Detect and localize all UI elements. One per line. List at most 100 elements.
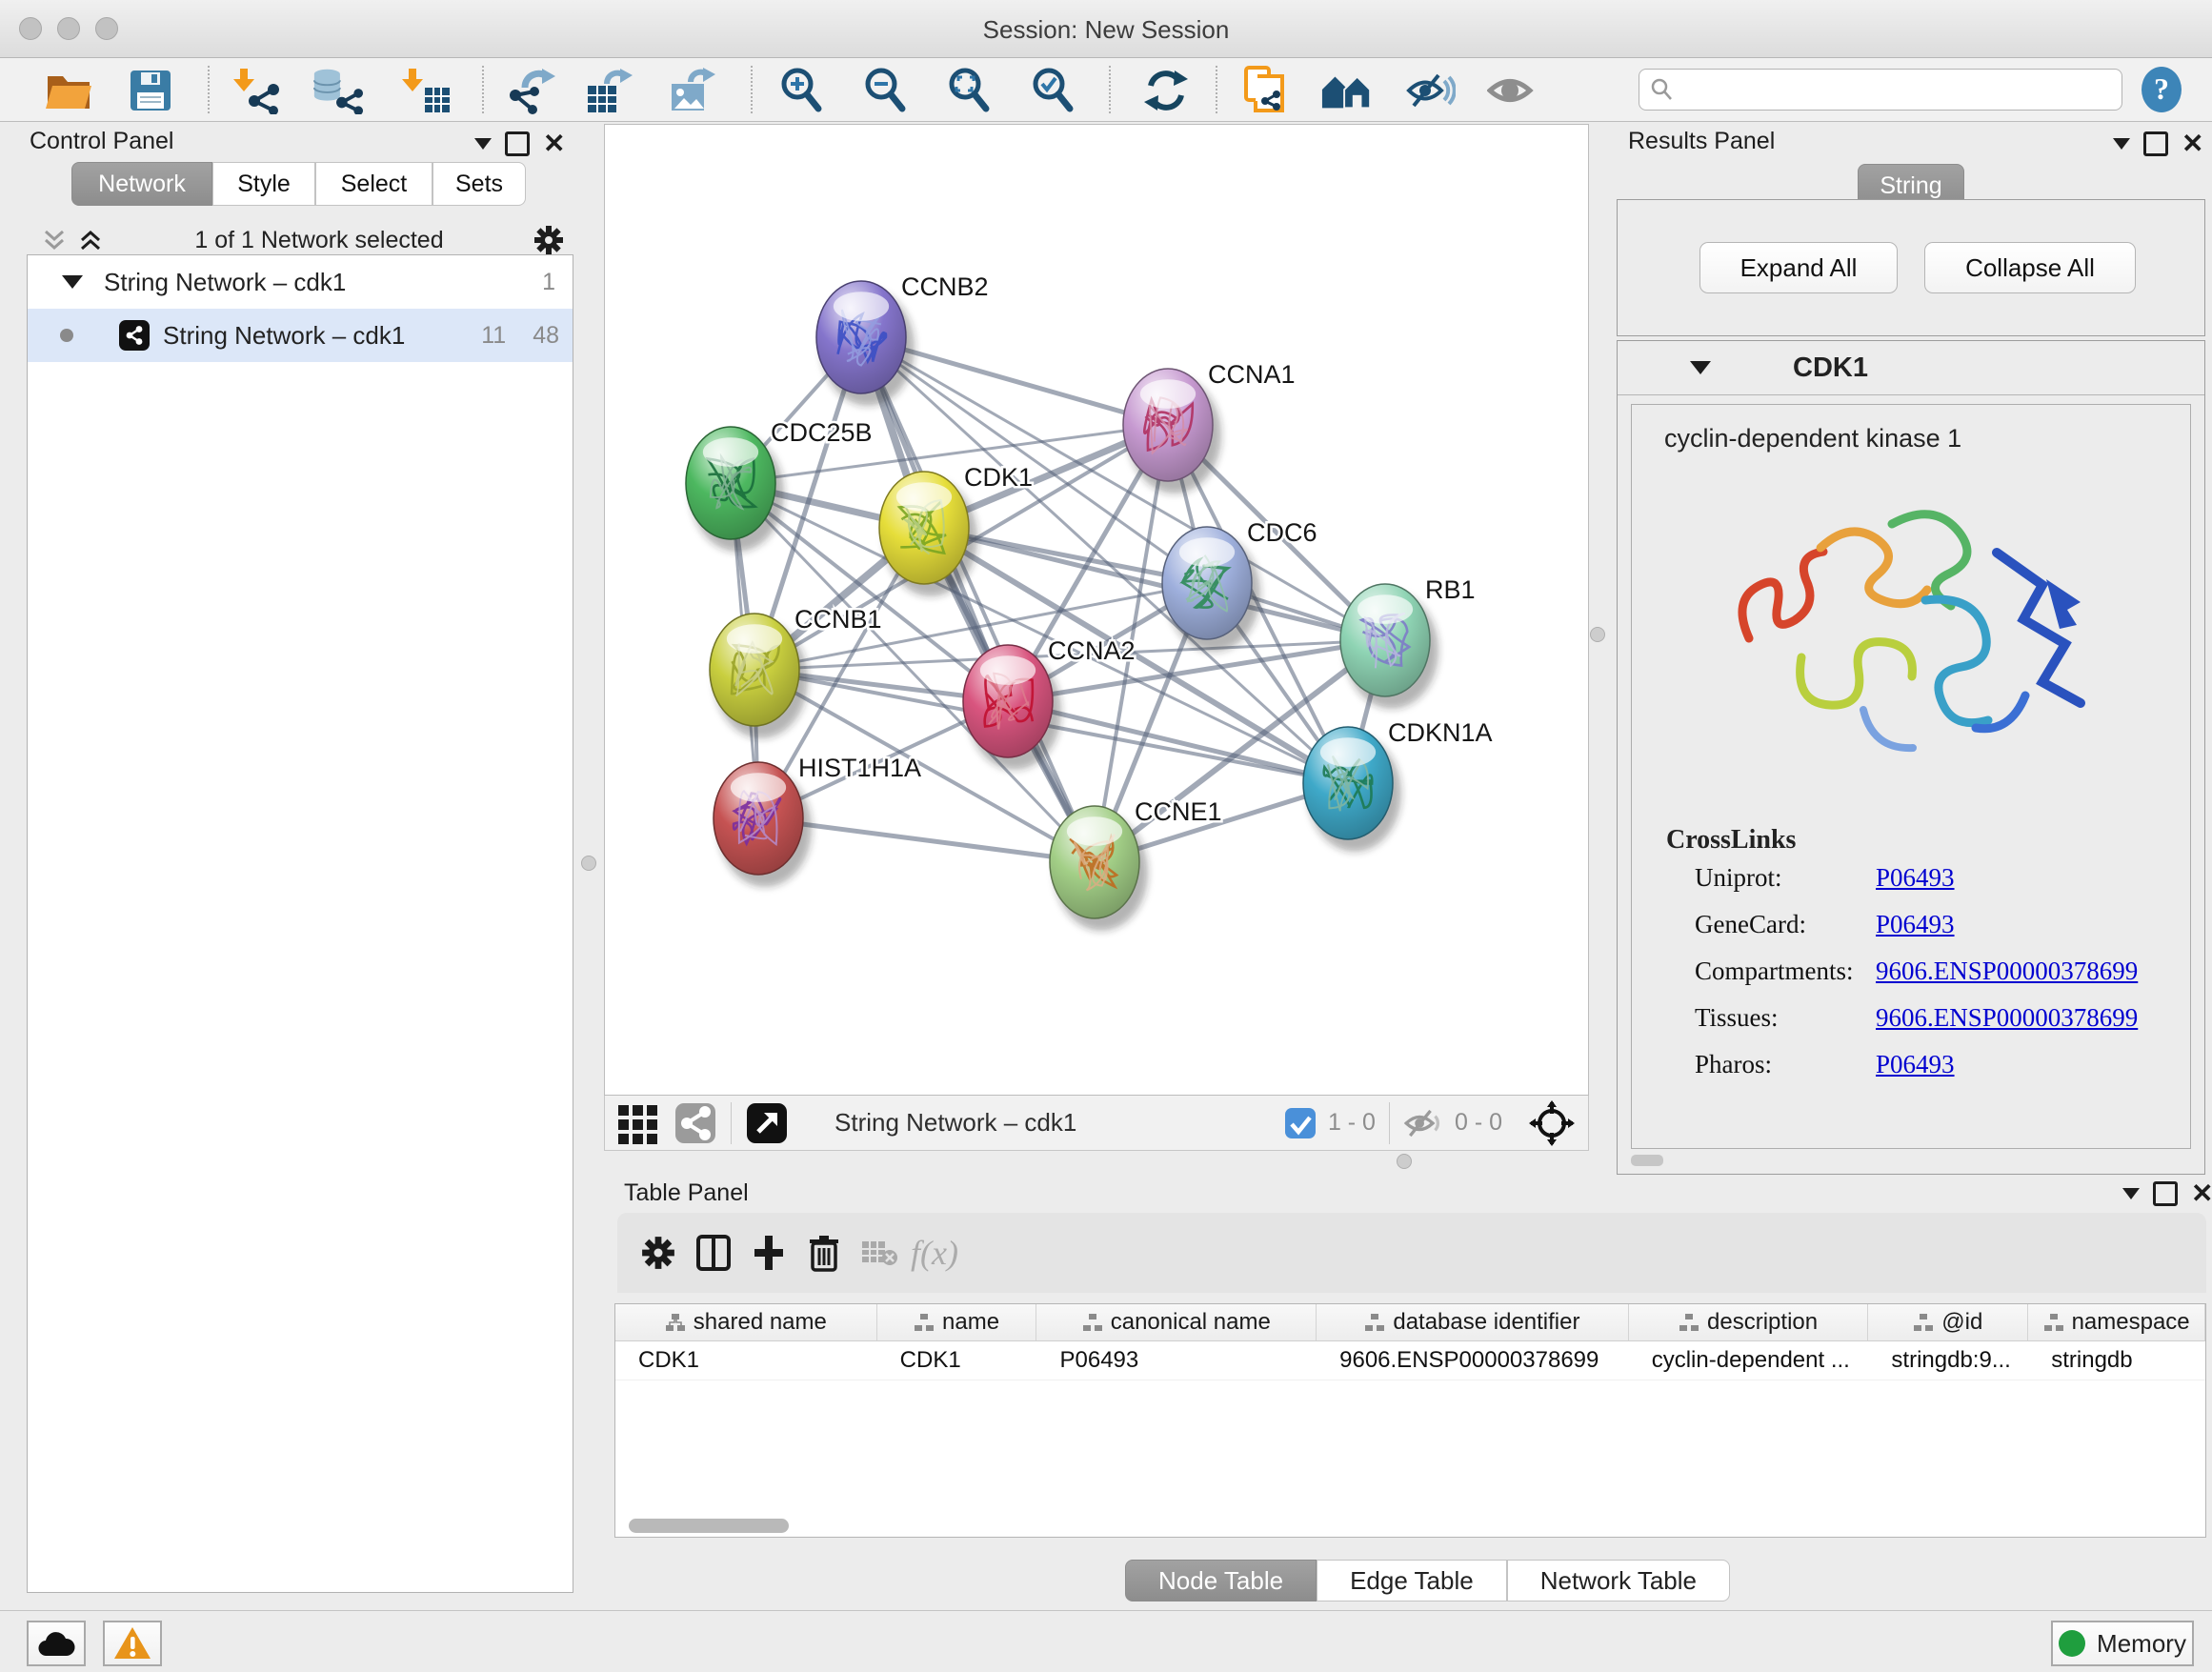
fit-content-button[interactable] (943, 66, 996, 115)
memory-button[interactable]: Memory (2051, 1621, 2194, 1666)
left-splitter-handle[interactable] (581, 856, 596, 871)
collection-expander-icon[interactable] (62, 275, 83, 289)
results-scrollbar[interactable] (1631, 1155, 1663, 1166)
show-columns-button[interactable] (686, 1225, 741, 1280)
panel-menu-icon[interactable] (2122, 1188, 2140, 1199)
bottom-splitter-handle[interactable] (1397, 1154, 1412, 1169)
tab-sets[interactable]: Sets (432, 162, 526, 206)
network-node-CCNE1[interactable] (1050, 806, 1139, 918)
zoom-selected-icon (1030, 67, 1077, 114)
import-table-from-file-button[interactable] (400, 66, 453, 115)
table-panel-title: Table Panel (624, 1179, 749, 1207)
float-panel-icon[interactable] (2153, 1181, 2178, 1206)
show-all-button[interactable] (1484, 66, 1538, 115)
export-network-button[interactable] (503, 66, 556, 115)
network-canvas-panel[interactable]: CCNB2CCNA1CDC25BCDK1CDC6RB1CCNB1CCNA2CDK… (604, 124, 1589, 1096)
column-header[interactable]: shared name (615, 1304, 877, 1340)
crosslink-value[interactable]: P06493 (1876, 1050, 2190, 1079)
tab-node-table[interactable]: Node Table (1125, 1560, 1317, 1601)
results-buttons-box: Expand All Collapse All (1617, 199, 2205, 336)
network-node-CCNA2[interactable] (963, 645, 1053, 757)
table-horizontal-scrollbar[interactable] (629, 1519, 789, 1533)
network-node-RB1[interactable] (1340, 584, 1430, 696)
close-panel-icon[interactable]: ✕ (543, 134, 565, 153)
network-node-CDK1[interactable] (879, 472, 969, 584)
search-input[interactable] (1674, 75, 2097, 104)
node-table[interactable]: shared name name canonical name database… (614, 1303, 2206, 1538)
birdseye-view-icon[interactable] (1529, 1100, 1575, 1146)
float-panel-icon[interactable] (505, 131, 530, 156)
grid-view-icon[interactable] (616, 1101, 660, 1145)
expand-all-icon[interactable] (76, 228, 105, 252)
open-session-button[interactable] (42, 66, 95, 115)
network-canvas[interactable]: CCNB2CCNA1CDC25BCDK1CDC6RB1CCNB1CCNA2CDK… (605, 125, 1588, 1095)
entry-header[interactable]: CDK1 (1618, 341, 2204, 395)
panel-menu-icon[interactable] (474, 138, 492, 150)
zoom-out-button[interactable] (859, 66, 913, 115)
warnings-button[interactable] (103, 1621, 162, 1666)
create-column-button[interactable] (741, 1225, 796, 1280)
export-image-button[interactable] (665, 66, 718, 115)
network-edge-CCNB2-CCNE1[interactable] (861, 337, 1095, 862)
tab-style[interactable]: Style (212, 162, 315, 206)
search-field[interactable] (1639, 69, 2122, 111)
help-button[interactable]: ? (2138, 66, 2185, 118)
network-view-icon[interactable] (674, 1101, 717, 1145)
tab-select[interactable]: Select (315, 162, 432, 206)
zoom-in-button[interactable] (775, 66, 829, 115)
import-network-from-file-button[interactable] (232, 66, 286, 115)
column-header[interactable]: database identifier (1317, 1304, 1629, 1340)
tab-network-table[interactable]: Network Table (1507, 1560, 1730, 1601)
float-panel-icon[interactable] (2143, 131, 2168, 156)
network-options-gear-icon[interactable] (533, 225, 564, 255)
network-collection-row[interactable]: String Network – cdk1 1 (28, 255, 573, 309)
column-header[interactable]: description (1629, 1304, 1869, 1340)
close-panel-icon[interactable]: ✕ (2191, 1184, 2212, 1203)
selected-checkbox-icon[interactable] (1284, 1107, 1317, 1139)
tab-network[interactable]: Network (71, 162, 212, 206)
detach-view-icon[interactable] (745, 1101, 789, 1145)
import-network-from-database-button[interactable] (311, 66, 364, 115)
network-node-CCNB1[interactable] (710, 614, 799, 726)
expand-all-button[interactable]: Expand All (1699, 242, 1898, 293)
network-node-CDC25B[interactable] (686, 427, 775, 539)
table-row[interactable]: CDK1 CDK1 P06493 9606.ENSP00000378699 cy… (615, 1341, 2205, 1380)
crosslink-value[interactable]: P06493 (1876, 910, 2190, 939)
new-network-from-selection-button[interactable] (1240, 66, 1294, 115)
crosslink-value[interactable]: P06493 (1876, 863, 2190, 893)
column-header[interactable]: canonical name (1036, 1304, 1317, 1340)
delete-table-button[interactable] (852, 1225, 907, 1280)
network-label: String Network – cdk1 (163, 321, 405, 351)
hide-selected-button[interactable] (1404, 66, 1458, 115)
save-session-button[interactable] (124, 66, 177, 115)
node-label-CCNB1: CCNB1 (794, 605, 882, 634)
crosslink-value[interactable]: 9606.ENSP00000378699 (1876, 1003, 2190, 1033)
collapse-all-button[interactable]: Collapse All (1924, 242, 2136, 293)
zoom-selected-button[interactable] (1027, 66, 1080, 115)
toolbar-separator (1389, 1102, 1390, 1144)
cloud-status-button[interactable] (27, 1621, 86, 1666)
network-node-CCNA1[interactable] (1123, 369, 1213, 481)
tab-edge-table[interactable]: Edge Table (1317, 1560, 1507, 1601)
network-node-HIST1H1A[interactable] (714, 762, 803, 875)
export-table-button[interactable] (583, 66, 636, 115)
network-node-CDKN1A[interactable] (1303, 727, 1393, 839)
panel-menu-icon[interactable] (2113, 138, 2130, 150)
network-node-CDC6[interactable] (1162, 527, 1252, 639)
column-header[interactable]: @id (1868, 1304, 2028, 1340)
table-options-button[interactable] (631, 1225, 686, 1280)
right-splitter-handle[interactable] (1590, 627, 1605, 642)
column-header[interactable]: namespace (2028, 1304, 2205, 1340)
delete-column-button[interactable] (796, 1225, 852, 1280)
close-panel-icon[interactable]: ✕ (2182, 134, 2203, 153)
entry-expander-icon[interactable] (1690, 361, 1711, 374)
function-builder-button[interactable]: f(x) (907, 1225, 962, 1280)
network-node-CCNB2[interactable] (816, 281, 906, 393)
network-row[interactable]: String Network – cdk1 11 48 (28, 309, 573, 362)
selected-node-edge-counts: 1 - 0 (1328, 1109, 1376, 1137)
column-header[interactable]: name (877, 1304, 1037, 1340)
crosslink-value[interactable]: 9606.ENSP00000378699 (1876, 957, 2190, 986)
collapse-all-icon[interactable] (40, 228, 69, 252)
first-neighbors-button[interactable] (1320, 66, 1374, 115)
apply-layout-button[interactable] (1139, 66, 1193, 115)
